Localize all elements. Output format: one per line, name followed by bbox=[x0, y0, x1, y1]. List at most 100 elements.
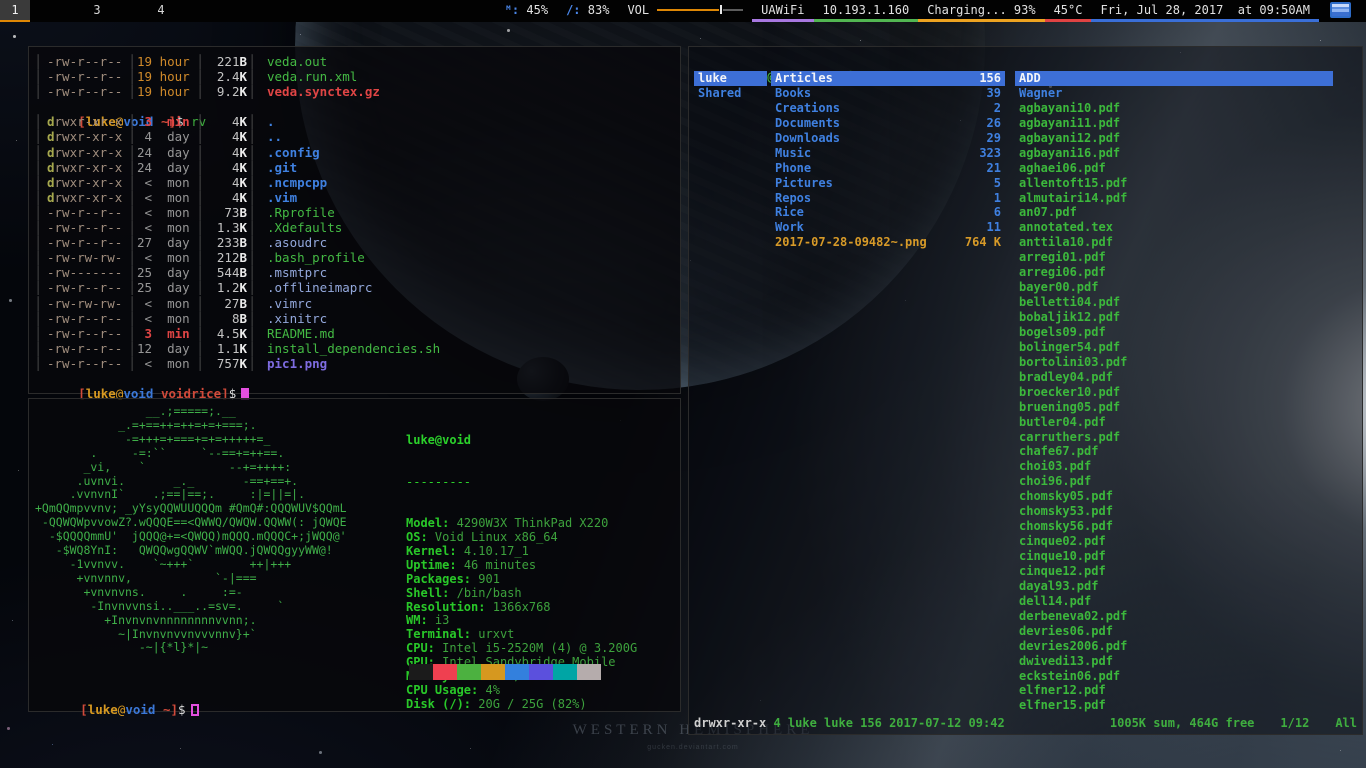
ranger-preview-file-item[interactable]: chomsky05.pdf bbox=[1015, 489, 1333, 504]
disk-status[interactable]: /: 83% bbox=[557, 0, 618, 22]
workspace-button-4[interactable]: 4 bbox=[148, 0, 174, 22]
workspace-button-1[interactable]: 1 bbox=[0, 0, 30, 22]
ranger-dir-item[interactable]: Documents26 bbox=[771, 116, 1005, 131]
ls-row: │drwxr-xr-x│ 4 day│4K│.. bbox=[33, 129, 674, 144]
ranger-preview-file-item[interactable]: elfner15.pdf bbox=[1015, 698, 1333, 713]
ranger-parent-item[interactable]: Shared bbox=[694, 86, 767, 101]
ranger-preview-file-item[interactable]: chomsky56.pdf bbox=[1015, 519, 1333, 534]
ranger-file-info: drwxr-xr-x 4 luke luke 156 2017-07-12 09… bbox=[694, 715, 1005, 731]
ranger-preview-file-item[interactable]: bruening05.pdf bbox=[1015, 400, 1333, 415]
display-tray-icon[interactable] bbox=[1330, 2, 1351, 18]
ranger-preview-item-selected[interactable]: ADD bbox=[1015, 71, 1333, 86]
ranger-preview-file-item[interactable]: arregi06.pdf bbox=[1015, 265, 1333, 280]
neofetch-field: Packages: 901 bbox=[406, 573, 637, 587]
ranger-dir-item[interactable]: Rice6 bbox=[771, 205, 1005, 220]
neofetch-field: Disk (/): 20G / 25G (82%) bbox=[406, 698, 637, 712]
ranger-preview-file-item[interactable]: bolinger54.pdf bbox=[1015, 340, 1333, 355]
ranger-preview-file-item[interactable]: eckstein06.pdf bbox=[1015, 669, 1333, 684]
ranger-preview-file-item[interactable]: devries06.pdf bbox=[1015, 624, 1333, 639]
ranger-preview-file-item[interactable]: agbayani16.pdf bbox=[1015, 146, 1333, 161]
ranger-preview-file-item[interactable]: almutairi14.pdf bbox=[1015, 191, 1333, 206]
memory-status[interactable]: ᴹ: 45% bbox=[496, 0, 557, 22]
battery-status[interactable]: Charging... 93% bbox=[918, 0, 1044, 22]
ranger-preview-file-item[interactable]: derbeneva02.pdf bbox=[1015, 609, 1333, 624]
datetime-status[interactable]: Fri, Jul 28, 2017 at 09:50AM bbox=[1091, 0, 1319, 22]
ranger-dir-item[interactable]: Downloads29 bbox=[771, 131, 1005, 146]
temperature-status[interactable]: 45°C bbox=[1045, 0, 1092, 22]
terminal-window-neofetch[interactable]: __.;=====;.__ _.=+==++=++=+=+===;. -=+++… bbox=[28, 398, 681, 712]
ranger-dir-item[interactable]: Repos1 bbox=[771, 191, 1005, 206]
terminal-window-ranger[interactable]: luke@void ~/Articles lukeShared Articles… bbox=[688, 46, 1363, 735]
volume-slider[interactable] bbox=[657, 5, 743, 14]
ranger-preview-file-item[interactable]: cinque10.pdf bbox=[1015, 549, 1333, 564]
ranger-preview-file-item[interactable]: broecker10.pdf bbox=[1015, 385, 1333, 400]
ranger-dir-item[interactable]: Articles156 bbox=[771, 71, 1005, 86]
ranger-preview-file-item[interactable]: dell14.pdf bbox=[1015, 594, 1333, 609]
ranger-preview-file-item[interactable]: choi03.pdf bbox=[1015, 459, 1333, 474]
ls-row: │drwxr-xr-x│ < mon│4K│.ncmpcpp bbox=[33, 175, 674, 190]
neofetch-info: luke@void --------- Model: 4290W3X Think… bbox=[406, 406, 637, 740]
wifi-status[interactable]: UAWiFi bbox=[752, 0, 813, 22]
ranger-preview-file-item[interactable]: agbayani10.pdf bbox=[1015, 101, 1333, 116]
ls-row: │-rw-rw-rw-│ < mon│212B│.bash_profile bbox=[33, 250, 674, 265]
ranger-preview-file-item[interactable]: bradley04.pdf bbox=[1015, 370, 1333, 385]
ls-row: │-rw-r--r--│ < mon│73B│.Rprofile bbox=[33, 205, 674, 220]
ranger-preview-file-item[interactable]: belletti04.pdf bbox=[1015, 295, 1333, 310]
i3bar: 1 3 4 ᴹ: 45% /: 83% VOL UAWiFi 10.193.1.… bbox=[0, 0, 1366, 22]
terminal-color-palette bbox=[409, 664, 601, 680]
ranger-preview-file-item[interactable]: allentoft15.pdf bbox=[1015, 176, 1333, 191]
ranger-file-item[interactable]: 2017-07-28-09482~.png764 K bbox=[771, 235, 1005, 250]
volume-thumb[interactable] bbox=[720, 5, 722, 14]
ranger-preview-file-item[interactable]: bortolini03.pdf bbox=[1015, 355, 1333, 370]
neofetch-field: WM: i3 bbox=[406, 614, 637, 628]
ranger-preview-file-item[interactable]: anttila10.pdf bbox=[1015, 235, 1333, 250]
ranger-preview-file-item[interactable]: agbayani11.pdf bbox=[1015, 116, 1333, 131]
palette-swatch bbox=[457, 664, 481, 680]
ranger-preview-file-item[interactable]: annotated.tex bbox=[1015, 220, 1333, 235]
workspace-button-3[interactable]: 3 bbox=[84, 0, 110, 22]
text-cursor bbox=[191, 704, 199, 716]
ranger-preview-file-item[interactable]: an07.pdf bbox=[1015, 205, 1333, 220]
shell-prompt: [luke@void ~]$ bbox=[35, 687, 199, 702]
ls-row: │-rw-r--r--│27 day│233B│.asoudrc bbox=[33, 235, 674, 250]
neofetch-field: Kernel: 4.10.17_1 bbox=[406, 545, 637, 559]
ranger-parent-item[interactable]: luke bbox=[694, 71, 767, 86]
ranger-dir-item[interactable]: Creations2 bbox=[771, 101, 1005, 116]
void-linux-ascii-logo: __.;=====;.__ _.=+==++=++=+=+===;. -=+++… bbox=[35, 405, 347, 655]
ranger-preview-file-item[interactable]: devries2006.pdf bbox=[1015, 639, 1333, 654]
ranger-preview-file-item[interactable]: chomsky53.pdf bbox=[1015, 504, 1333, 519]
ranger-preview-file-item[interactable]: butler04.pdf bbox=[1015, 415, 1333, 430]
ls-row: │-rw-r--r--│19 hour│221B│veda.out bbox=[33, 54, 674, 69]
neofetch-underline: --------- bbox=[406, 476, 637, 490]
ranger-dir-item[interactable]: Books39 bbox=[771, 86, 1005, 101]
neofetch-title: luke@void bbox=[406, 434, 637, 448]
ranger-dir-item[interactable]: Phone21 bbox=[771, 161, 1005, 176]
terminal-window-ls[interactable]: │-rw-r--r--│19 hour│221B│veda.out │-rw-r-… bbox=[28, 46, 681, 394]
ranger-dir-item[interactable]: Music323 bbox=[771, 146, 1005, 161]
ranger-dir-item[interactable]: Pictures5 bbox=[771, 176, 1005, 191]
ranger-preview-file-item[interactable]: bogels09.pdf bbox=[1015, 325, 1333, 340]
ranger-preview-file-item[interactable]: elfner12.pdf bbox=[1015, 683, 1333, 698]
ranger-preview-file-item[interactable]: bayer00.pdf bbox=[1015, 280, 1333, 295]
ranger-preview-file-item[interactable]: bobaljik12.pdf bbox=[1015, 310, 1333, 325]
ranger-preview-file-item[interactable]: cinque12.pdf bbox=[1015, 564, 1333, 579]
ranger-preview-file-item[interactable]: aghaei06.pdf bbox=[1015, 161, 1333, 176]
volume-status[interactable]: VOL bbox=[618, 0, 752, 22]
ls-row: │-rw-r--r--│12 day│1.1K│install_dependen… bbox=[33, 341, 674, 356]
ranger-preview-file-item[interactable]: choi96.pdf bbox=[1015, 474, 1333, 489]
ranger-preview-file-item[interactable]: agbayani12.pdf bbox=[1015, 131, 1333, 146]
shell-prompt: [luke@void voidrice]$ bbox=[33, 371, 674, 386]
ranger-dir-item[interactable]: Work11 bbox=[771, 220, 1005, 235]
desktop: Western Hemisphere gucken.deviantart.com… bbox=[0, 0, 1366, 768]
ranger-directory-column: Articles156Books39Creations2Documents26D… bbox=[771, 71, 1005, 250]
ranger-preview-file-item[interactable]: dwivedi13.pdf bbox=[1015, 654, 1333, 669]
ranger-preview-file-item[interactable]: chafe67.pdf bbox=[1015, 444, 1333, 459]
ranger-preview-dir-item[interactable]: Wagner bbox=[1015, 86, 1333, 101]
ranger-preview-file-item[interactable]: dayal93.pdf bbox=[1015, 579, 1333, 594]
ranger-preview-file-item[interactable]: cinque02.pdf bbox=[1015, 534, 1333, 549]
palette-swatch bbox=[409, 664, 433, 680]
ip-status[interactable]: 10.193.1.160 bbox=[814, 0, 919, 22]
ranger-preview-file-item[interactable]: carruthers.pdf bbox=[1015, 430, 1333, 445]
ranger-preview-file-item[interactable]: arregi01.pdf bbox=[1015, 250, 1333, 265]
neofetch-field: Shell: /bin/bash bbox=[406, 587, 637, 601]
